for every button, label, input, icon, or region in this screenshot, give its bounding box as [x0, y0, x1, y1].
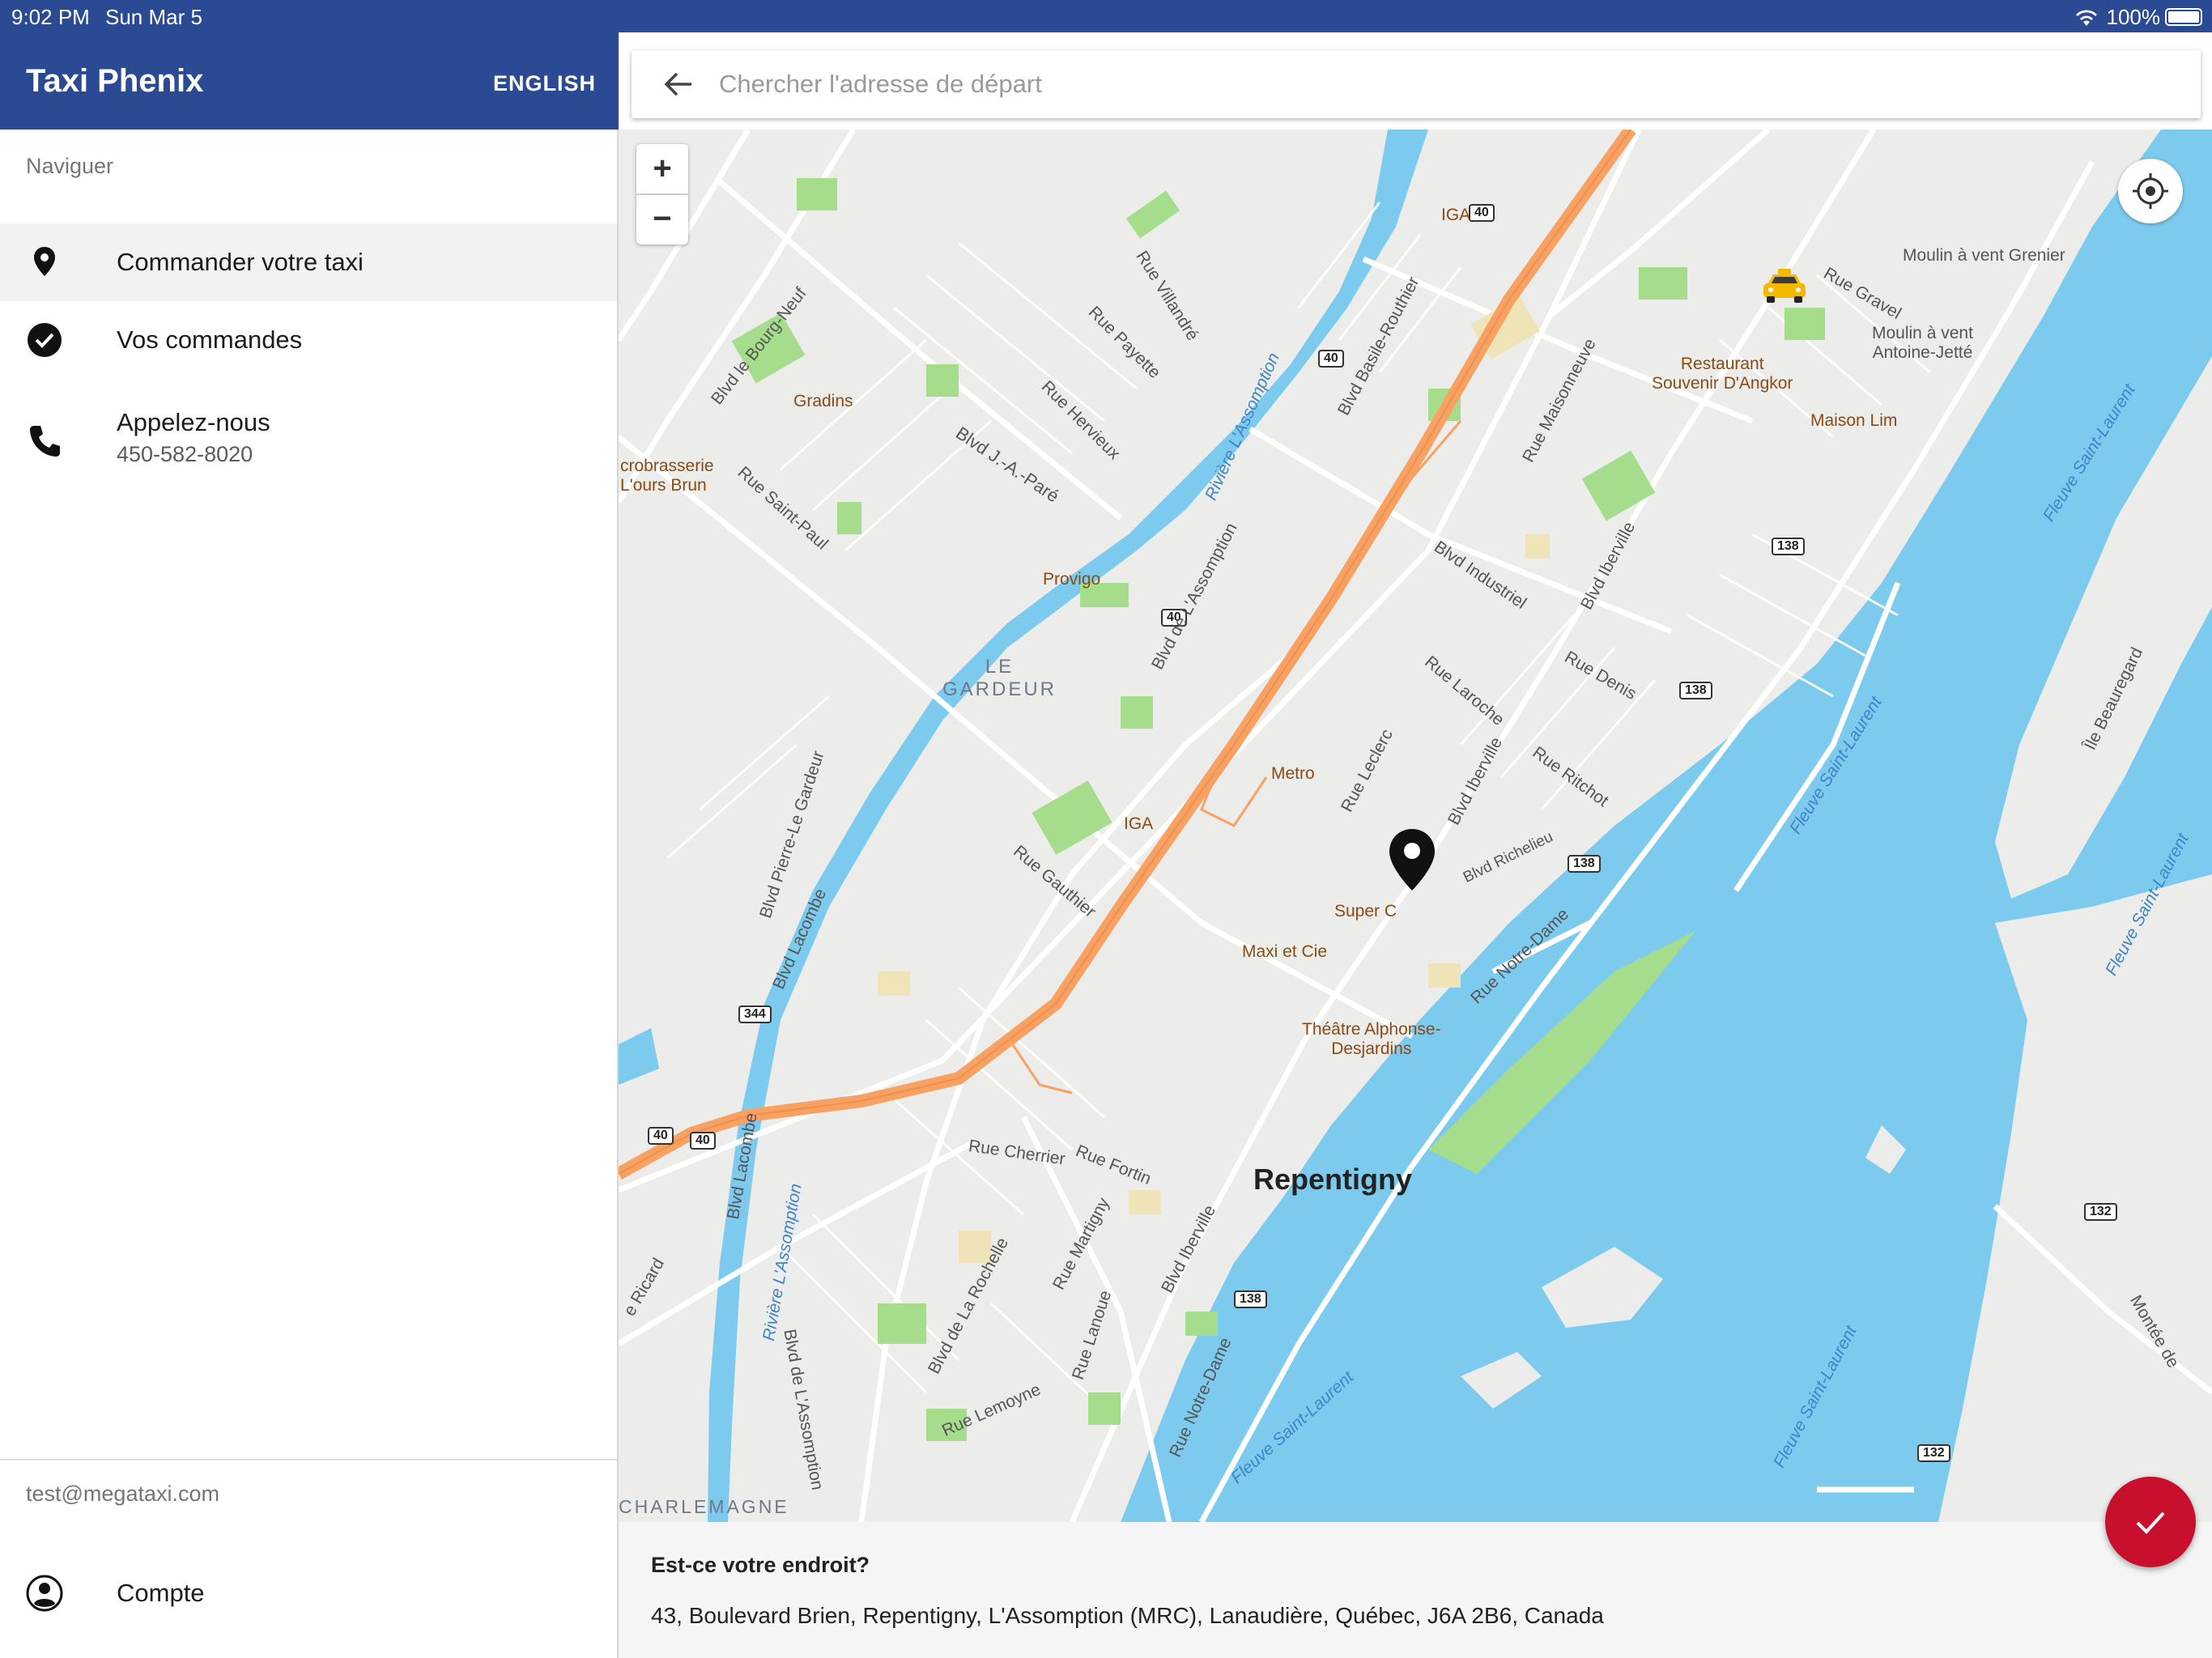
- confirm-location-button[interactable]: [2105, 1477, 2196, 1567]
- poi-label: crobrasserie L'ours Brun: [620, 457, 714, 495]
- city-label: Repentigny: [1253, 1163, 1413, 1196]
- crosshair-icon: [2133, 173, 2168, 209]
- poi-label: Super C: [1334, 902, 1397, 920]
- wifi-icon: [2075, 9, 2097, 26]
- nav-item-order-taxi[interactable]: Commander votre taxi: [0, 223, 617, 301]
- status-right: 100%: [2074, 5, 2161, 30]
- battery-icon: [2165, 8, 2202, 26]
- status-date: Sun Mar 5: [105, 5, 202, 29]
- zoom-control: + −: [636, 144, 688, 244]
- highway-shield: 138: [1568, 855, 1601, 873]
- highway-shield: 40: [1318, 350, 1344, 368]
- phone-icon: [30, 426, 60, 457]
- nav-item-label: Commander votre taxi: [117, 248, 364, 276]
- poi-label: Restaurant Souvenir D'Angkor: [1652, 355, 1793, 393]
- selected-address: 43, Boulevard Brien, Repentigny, L'Assom…: [651, 1603, 1604, 1628]
- nav-item-orders[interactable]: Vos commandes: [0, 301, 617, 379]
- nav-item-label: Compte: [117, 1579, 205, 1607]
- nav-item-label: Vos commandes: [117, 325, 303, 354]
- back-arrow-icon[interactable]: [662, 68, 695, 100]
- status-bar: 9:02 PM Sun Mar 5 100%: [0, 0, 2212, 32]
- map-view[interactable]: 40 40 40 40 40 138 138 138 138 344 132 1…: [619, 130, 2212, 1522]
- poi-label: Moulin à vent Antoine-Jetté: [1872, 324, 1973, 362]
- poi-label: Maxi et Cie: [1242, 942, 1328, 961]
- zoom-out-button[interactable]: −: [636, 194, 688, 244]
- highway-shield: 138: [1772, 538, 1805, 555]
- poi-label: IGA: [1124, 814, 1154, 833]
- highway-shield: 40: [690, 1132, 716, 1150]
- taxi-car-icon[interactable]: [1760, 267, 1809, 308]
- location-pin-icon: [34, 247, 55, 276]
- highway-shield: 132: [1917, 1444, 1950, 1462]
- account-circle-icon: [26, 1575, 63, 1612]
- departure-search-input[interactable]: [719, 62, 2176, 107]
- poi-label: IGA: [1441, 206, 1471, 224]
- highway-shield: 40: [648, 1127, 674, 1145]
- poi-label: Théâtre Alphonse- Desjardins: [1302, 1020, 1441, 1058]
- highway-shield: 344: [738, 1005, 772, 1023]
- footer-divider: [0, 1459, 617, 1460]
- nav-item-call-us[interactable]: Appelez-nous 450-582-8020: [0, 397, 617, 494]
- nav-item-account[interactable]: Compte: [0, 1554, 617, 1632]
- navigation-drawer: Taxi Phenix ENGLISH Naviguer Commander v…: [0, 32, 619, 1658]
- selected-location-pin-icon[interactable]: [1386, 827, 1438, 892]
- poi-label: Metro: [1271, 764, 1315, 783]
- location-confirm-panel: Est-ce votre endroit? 43, Boulevard Brie…: [619, 1522, 2212, 1658]
- nav-item-label: Appelez-nous: [117, 408, 270, 436]
- drawer-header: Taxi Phenix ENGLISH: [0, 32, 619, 130]
- area-label: LE GARDEUR: [942, 656, 1057, 700]
- nav-section-label: Naviguer: [26, 154, 114, 178]
- highway-shield: 138: [1234, 1290, 1267, 1308]
- departure-search-bar: [632, 50, 2201, 118]
- language-button[interactable]: ENGLISH: [493, 71, 596, 96]
- battery-percent: 100%: [2106, 5, 2161, 29]
- checkmark-icon: [2136, 1511, 2165, 1534]
- highway-shield: 132: [2084, 1203, 2117, 1221]
- highway-shield: 40: [1469, 204, 1495, 222]
- highway-shield: 138: [1679, 682, 1712, 699]
- confirm-question: Est-ce votre endroit?: [651, 1553, 870, 1577]
- app-title: Taxi Phenix: [26, 63, 204, 99]
- poi-label: Provigo: [1043, 570, 1101, 589]
- phone-number: 450-582-8020: [117, 442, 253, 466]
- poi-label: Gradins: [793, 392, 853, 410]
- area-label: CHARLEMAGNE: [619, 1496, 789, 1517]
- my-location-button[interactable]: [2118, 159, 2183, 223]
- status-time: 9:02 PM: [11, 5, 90, 29]
- check-circle-icon: [28, 323, 62, 357]
- poi-label: Moulin à vent Grenier: [1903, 246, 2065, 265]
- poi-label: Maison Lim: [1810, 411, 1898, 430]
- zoom-in-button[interactable]: +: [636, 144, 688, 194]
- user-email: test@megataxi.com: [26, 1482, 219, 1506]
